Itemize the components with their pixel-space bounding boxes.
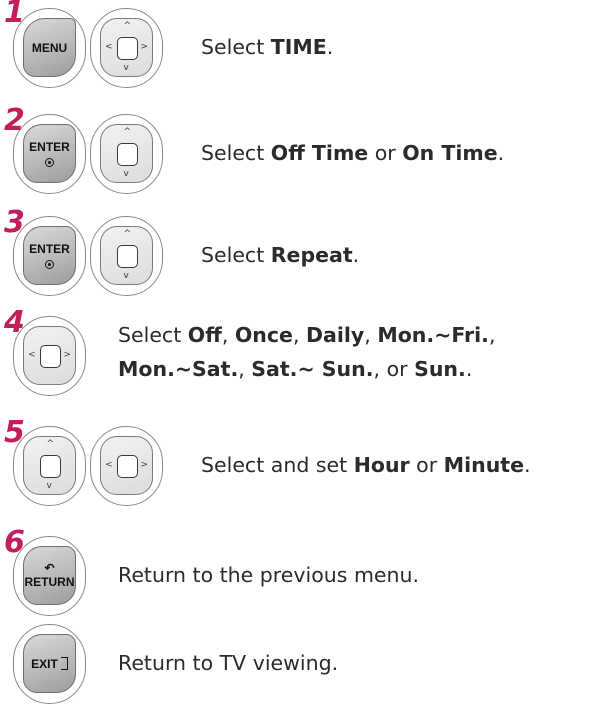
step-4-text-line-2: Mon.~Sat., Sat.~ Sun., or Sun.. (118, 354, 472, 384)
nav-center-icon (39, 344, 61, 368)
option-off: Off (187, 323, 222, 347)
up-down-nav-icon[interactable]: ^ v (100, 124, 153, 183)
exit-button[interactable]: EXIT (13, 624, 86, 704)
step-5-mid: or (409, 453, 444, 477)
nav-center-icon (116, 36, 138, 60)
step-number-5: 5 (4, 415, 25, 450)
nav-center-icon (116, 454, 138, 478)
option-daily: Daily (305, 323, 365, 347)
sep: , (488, 323, 496, 347)
up-down-nav-icon[interactable]: ^ v (100, 226, 153, 285)
arrow-up-icon: ^ (123, 229, 132, 239)
enter-key[interactable]: ENTER (23, 124, 76, 183)
arrow-left-icon: < (28, 349, 36, 360)
step-1-text-before: Select (201, 35, 271, 59)
menu-key-label: MENU (31, 40, 68, 55)
arrow-down-icon: v (123, 63, 129, 73)
nav-button[interactable]: ^ v < > (90, 8, 163, 88)
left-right-nav-icon[interactable]: < > (100, 436, 153, 495)
arrow-down-icon: v (123, 169, 129, 179)
option-mon-fri: Mon.~Fri. (377, 323, 489, 347)
arrow-up-icon: ^ (123, 127, 132, 137)
option-minute: Minute (443, 453, 524, 477)
arrow-down-icon: v (123, 271, 129, 281)
nav-button[interactable]: ^ v (90, 114, 163, 194)
step-3-text-after: . (352, 243, 360, 267)
step-3-bold: Repeat (270, 243, 353, 267)
enter-key-label: ENTER (29, 242, 70, 256)
arrow-left-icon: < (105, 459, 113, 470)
return-arrow-icon: ↶ (44, 560, 55, 575)
sep: , (292, 323, 306, 347)
nav-center-icon (39, 454, 61, 478)
enter-key-label: ENTER (29, 140, 70, 154)
arrow-left-icon: < (105, 41, 113, 52)
arrow-down-icon: v (46, 481, 52, 491)
step-1-bold: TIME (270, 35, 327, 59)
step-5-text: Select and set Hour or Minute. (201, 450, 531, 480)
step-5-text-before: Select and set (201, 453, 354, 477)
option-sun: Sun. (414, 357, 466, 381)
step-6-text: Return to the previous menu. (118, 563, 420, 587)
arrow-right-icon: > (140, 459, 148, 470)
step-4-pre: Select (118, 323, 188, 347)
enter-dot-icon (45, 158, 54, 167)
step-1-text-after: . (326, 35, 334, 59)
step-2-bold-2: On Time (402, 141, 498, 165)
step-2-bold-1: Off Time (270, 141, 369, 165)
step-2-text: Select Off Time or On Time. (201, 138, 504, 168)
arrow-right-icon: > (140, 41, 148, 52)
step-2-text-before: Select (201, 141, 271, 165)
return-key[interactable]: ↶ RETURN (23, 546, 76, 605)
step-2-mid: or (368, 141, 403, 165)
step-number-1: 1 (4, 0, 25, 30)
sep: , (221, 323, 235, 347)
sep: , (238, 357, 252, 381)
option-sat-sun: Sat.~ Sun. (251, 357, 374, 381)
sep: . (465, 357, 473, 381)
step-1-text: Select TIME. (201, 32, 333, 62)
sep: , (364, 323, 378, 347)
option-hour: Hour (353, 453, 410, 477)
sep: , or (373, 357, 415, 381)
arrow-right-icon: > (63, 349, 71, 360)
step-number-2: 2 (4, 103, 25, 138)
step-number-3: 3 (4, 205, 25, 240)
nav-button[interactable]: < > (90, 426, 163, 506)
step-2-text-after: . (497, 141, 505, 165)
step-number-6: 6 (4, 525, 25, 560)
nav-center-icon (116, 142, 138, 166)
nav-button[interactable]: ^ v (90, 216, 163, 296)
step-3-text: Select Repeat. (201, 240, 359, 270)
nav-center-icon (116, 244, 138, 268)
step-number-4: 4 (4, 305, 25, 340)
exit-key[interactable]: EXIT (23, 634, 76, 693)
return-key-label: RETURN (24, 574, 75, 589)
step-5-text-after: . (524, 453, 531, 477)
up-down-nav-icon[interactable]: ^ v (23, 436, 76, 495)
step-4-text-line-1: Select Off, Once, Daily, Mon.~Fri., (118, 320, 496, 350)
step-3-text-before: Select (201, 243, 271, 267)
four-way-nav-icon[interactable]: ^ v < > (100, 18, 153, 77)
option-once: Once (234, 323, 293, 347)
exit-door-icon (60, 657, 68, 670)
option-mon-sat: Mon.~Sat. (118, 357, 239, 381)
enter-dot-icon (45, 260, 54, 269)
menu-key[interactable]: MENU (23, 18, 76, 77)
step-exit-text: Return to TV viewing. (118, 651, 339, 675)
arrow-up-icon: ^ (123, 21, 132, 31)
left-right-nav-icon[interactable]: < > (23, 326, 76, 385)
arrow-up-icon: ^ (46, 439, 55, 449)
exit-key-label: EXIT (31, 656, 58, 671)
enter-key[interactable]: ENTER (23, 226, 76, 285)
